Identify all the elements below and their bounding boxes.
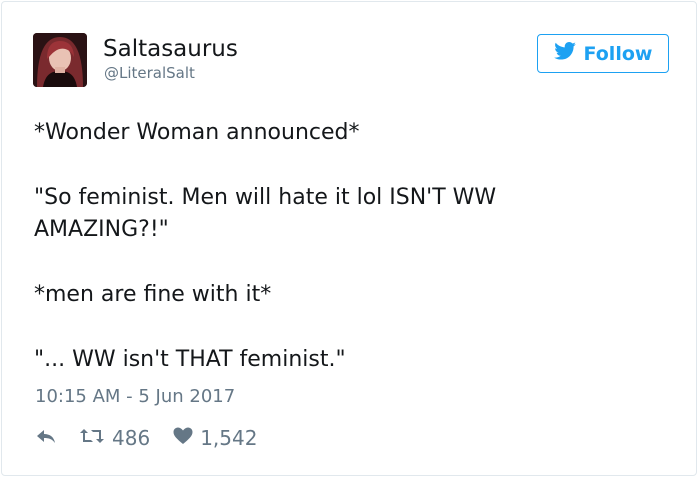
tweet-line: *Wonder Woman announced* (34, 120, 360, 145)
reply-icon (35, 426, 57, 450)
user-handle[interactable]: @LiteralSalt (104, 64, 195, 82)
avatar[interactable] (33, 33, 87, 87)
retweet-count: 486 (112, 426, 151, 450)
tweet-line: *men are fine with it* (34, 282, 272, 307)
tweet-actions: 486 1,542 (35, 425, 257, 451)
tweet-line: "So feminist. Men will hate it lol ISN'T… (34, 185, 497, 210)
tweet-card: Saltasaurus @LiteralSalt Follow *Wonder … (1, 1, 697, 476)
heart-icon (173, 426, 193, 450)
twitter-bird-icon (553, 42, 576, 65)
tweet-timestamp[interactable]: 10:15 AM - 5 Jun 2017 (35, 386, 235, 408)
follow-button[interactable]: Follow (537, 34, 669, 73)
like-button[interactable]: 1,542 (173, 426, 257, 450)
retweet-icon (79, 426, 105, 450)
retweet-button[interactable]: 486 (79, 426, 150, 450)
follow-label: Follow (583, 42, 653, 65)
tweet-line: "... WW isn't THAT feminist." (34, 347, 346, 372)
tweet-text: *Wonder Woman announced* "So feminist. M… (34, 117, 654, 376)
reply-button[interactable] (35, 426, 57, 450)
tweet-line: AMAZING?!" (34, 217, 169, 242)
like-count: 1,542 (200, 426, 258, 450)
display-name[interactable]: Saltasaurus (103, 35, 238, 63)
